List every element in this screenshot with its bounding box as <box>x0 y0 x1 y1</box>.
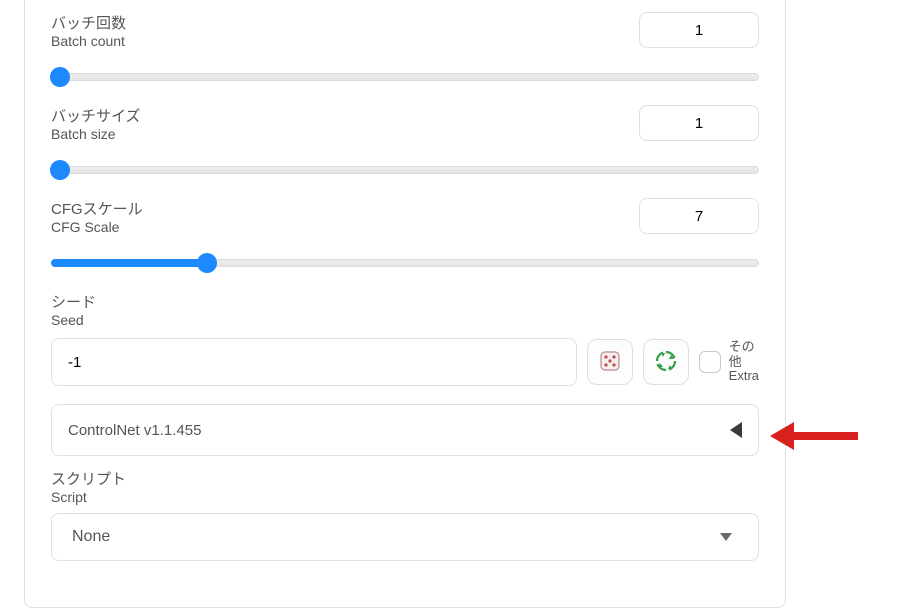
dice-icon <box>598 349 622 376</box>
extra-label-ja1: その <box>729 340 759 355</box>
batch-size-label-ja: バッチサイズ <box>51 105 141 126</box>
controlnet-title: ControlNet v1.1.455 <box>68 422 201 439</box>
script-label-en: Script <box>51 489 759 505</box>
script-label-ja: スクリプト <box>51 468 759 489</box>
seed-label-ja: シード <box>51 291 759 312</box>
seed-reuse-button[interactable] <box>643 339 689 385</box>
extra-toggle[interactable]: その 他 Extra <box>699 340 759 385</box>
cfg-scale-group: CFGスケール CFG Scale <box>51 198 759 271</box>
script-group: スクリプト Script None <box>51 468 759 561</box>
batch-count-label-en: Batch count <box>51 33 126 49</box>
script-select[interactable]: None <box>51 513 759 561</box>
seed-input[interactable] <box>51 338 577 386</box>
seed-random-button[interactable] <box>587 339 633 385</box>
cfg-scale-input[interactable] <box>639 198 759 234</box>
seed-group: シード Seed <box>51 291 759 386</box>
settings-panel: バッチ回数 Batch count バッチサイズ Batch size <box>24 0 786 608</box>
cfg-scale-slider[interactable] <box>51 255 759 271</box>
batch-count-group: バッチ回数 Batch count <box>51 12 759 85</box>
cfg-scale-label-en: CFG Scale <box>51 219 143 235</box>
batch-size-group: バッチサイズ Batch size <box>51 105 759 178</box>
batch-size-slider[interactable] <box>51 162 759 178</box>
chevron-left-icon <box>730 422 742 438</box>
chevron-down-icon <box>720 533 732 541</box>
recycle-icon <box>654 349 678 376</box>
batch-count-input[interactable] <box>639 12 759 48</box>
batch-count-label-ja: バッチ回数 <box>51 12 126 33</box>
extra-label-ja2: 他 <box>729 355 759 370</box>
controlnet-accordion[interactable]: ControlNet v1.1.455 <box>51 404 759 456</box>
seed-label-en: Seed <box>51 312 759 328</box>
batch-size-input[interactable] <box>639 105 759 141</box>
extra-label-en: Extra <box>729 369 759 384</box>
script-select-value: None <box>72 528 110 546</box>
batch-size-label-en: Batch size <box>51 126 141 142</box>
cfg-scale-label-ja: CFGスケール <box>51 198 143 219</box>
batch-count-slider[interactable] <box>51 69 759 85</box>
extra-checkbox[interactable] <box>699 351 721 373</box>
